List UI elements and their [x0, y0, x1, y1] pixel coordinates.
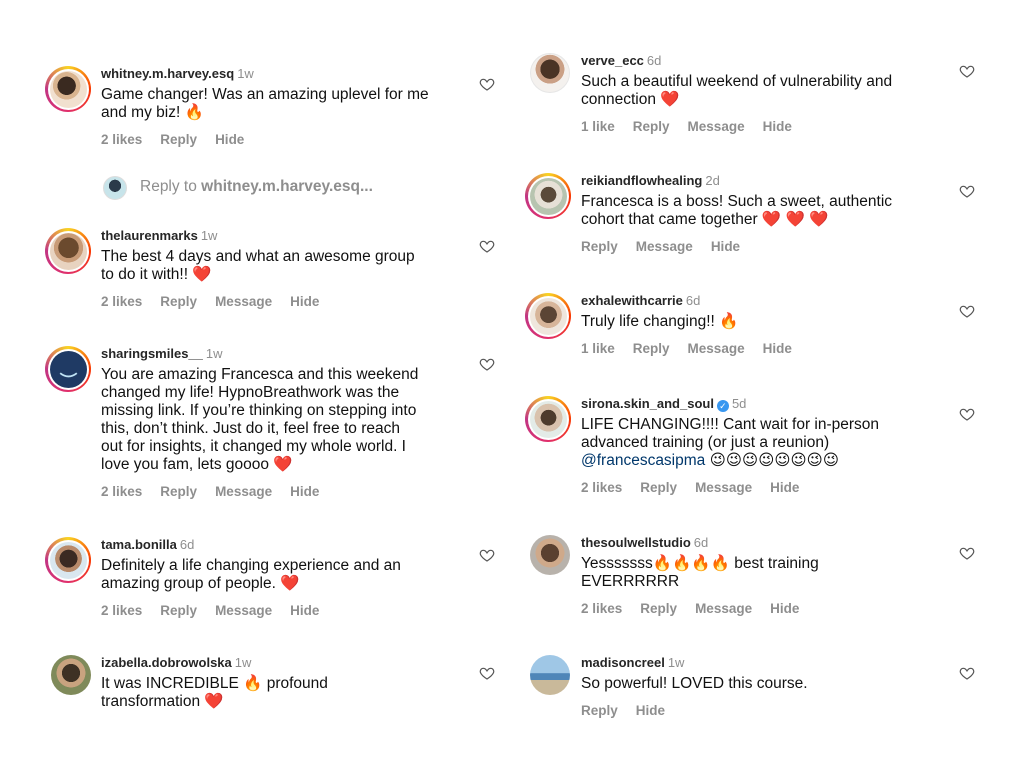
hide-button[interactable]: Hide — [636, 703, 665, 718]
heart-icon[interactable] — [959, 63, 975, 79]
likes-count[interactable]: 2 likes — [101, 132, 142, 147]
reply-button[interactable]: Reply — [581, 703, 618, 718]
heart-icon[interactable] — [959, 406, 975, 422]
hide-button[interactable]: Hide — [290, 484, 319, 499]
heart-icon[interactable] — [479, 665, 495, 681]
comment-text: The best 4 days and what an awesome grou… — [101, 248, 415, 283]
timestamp: 6d — [179, 537, 195, 552]
username[interactable]: izabella.dobrowolska — [101, 655, 232, 670]
timestamp: 6d — [646, 53, 662, 68]
comment-text: It was INCREDIBLE 🔥 profound transformat… — [101, 675, 328, 710]
avatar[interactable] — [525, 293, 571, 339]
comment-text: Truly life changing!! 🔥 — [581, 313, 739, 330]
timestamp: 6d — [693, 535, 709, 550]
message-button[interactable]: Message — [695, 601, 752, 616]
verified-badge-icon: ✓ — [716, 400, 729, 412]
reply-button[interactable]: Reply — [160, 294, 197, 309]
heart-icon[interactable] — [479, 238, 495, 254]
username[interactable]: thelaurenmarks — [101, 228, 198, 243]
username[interactable]: exhalewithcarrie — [581, 293, 683, 308]
likes-count[interactable]: 2 likes — [101, 294, 142, 309]
reply-button[interactable]: Reply — [633, 341, 670, 356]
reply-button[interactable]: Reply — [581, 239, 618, 254]
likes-count[interactable]: 2 likes — [101, 603, 142, 618]
comment-text: So powerful! LOVED this course. — [581, 675, 808, 692]
username[interactable]: tama.bonilla — [101, 537, 177, 552]
timestamp: 1w — [237, 66, 254, 81]
avatar[interactable] — [530, 53, 570, 93]
hide-button[interactable]: Hide — [763, 341, 792, 356]
timestamp: 5d — [731, 396, 747, 411]
sharing-smiles-logo — [51, 352, 85, 386]
reply-button[interactable]: Reply — [640, 601, 677, 616]
username[interactable]: reikiandflowhealing — [581, 173, 702, 188]
reply-placeholder[interactable]: Reply to whitney.m.harvey.esq... — [140, 178, 373, 196]
avatar[interactable] — [45, 228, 91, 274]
hide-button[interactable]: Hide — [290, 294, 319, 309]
timestamp: 1w — [205, 346, 223, 361]
reply-button[interactable]: Reply — [160, 603, 197, 618]
username[interactable]: sirona.skin_and_soul — [581, 396, 714, 411]
message-button[interactable]: Message — [636, 239, 693, 254]
avatar[interactable] — [530, 655, 570, 695]
heart-icon[interactable] — [479, 76, 495, 92]
comment-text: Game changer! Was an amazing uplevel for… — [101, 86, 429, 121]
heart-icon[interactable] — [959, 183, 975, 199]
heart-icon[interactable] — [479, 547, 495, 563]
timestamp: 2d — [705, 173, 720, 188]
username[interactable]: madisoncreel — [581, 655, 665, 670]
comment-text: Yesssssss🔥🔥🔥🔥 best training EVERRRRRR — [581, 555, 819, 590]
hide-button[interactable]: Hide — [711, 239, 740, 254]
hide-button[interactable]: Hide — [290, 603, 319, 618]
heart-icon[interactable] — [479, 356, 495, 372]
reply-input-row[interactable]: Reply to whitney.m.harvey.esq... — [103, 176, 523, 202]
comment-text: LIFE CHANGING!!!! Cant wait for in-perso… — [581, 416, 880, 469]
hide-button[interactable]: Hide — [215, 132, 244, 147]
comment-text: Francesca is a boss! Such a sweet, authe… — [581, 193, 893, 228]
username[interactable]: thesoulwellstudio — [581, 535, 691, 550]
avatar[interactable] — [525, 396, 571, 442]
likes-count[interactable]: 1 like — [581, 341, 615, 356]
avatar[interactable] — [525, 173, 571, 219]
timestamp: 1w — [234, 655, 252, 670]
message-button[interactable]: Message — [215, 484, 272, 499]
comment-text: Definitely a life changing experience an… — [101, 557, 401, 592]
timestamp: 6d — [685, 293, 701, 308]
message-button[interactable]: Message — [215, 603, 272, 618]
mention-link[interactable]: @francescasipma — [581, 452, 705, 469]
comment-text: Such a beautiful weekend of vulnerabilit… — [581, 73, 893, 108]
avatar[interactable] — [45, 346, 91, 392]
avatar[interactable] — [51, 655, 91, 695]
timestamp: 1w — [200, 228, 218, 243]
reply-button[interactable]: Reply — [640, 480, 677, 495]
hide-button[interactable]: Hide — [770, 480, 799, 495]
likes-count[interactable]: 2 likes — [101, 484, 142, 499]
timestamp: 1w — [667, 655, 685, 670]
avatar[interactable] — [45, 537, 91, 583]
heart-icon[interactable] — [959, 545, 975, 561]
comment-text: You are amazing Francesca and this weeke… — [101, 366, 419, 473]
my-avatar — [103, 176, 127, 200]
reply-button[interactable]: Reply — [633, 119, 670, 134]
username[interactable]: sharingsmiles__ — [101, 346, 203, 361]
avatar[interactable] — [530, 535, 570, 575]
reply-button[interactable]: Reply — [160, 484, 197, 499]
message-button[interactable]: Message — [695, 480, 752, 495]
likes-count[interactable]: 2 likes — [581, 480, 622, 495]
avatar[interactable] — [45, 66, 91, 112]
heart-icon[interactable] — [959, 303, 975, 319]
username[interactable]: verve_ecc — [581, 53, 644, 68]
hide-button[interactable]: Hide — [770, 601, 799, 616]
hide-button[interactable]: Hide — [763, 119, 792, 134]
likes-count[interactable]: 2 likes — [581, 601, 622, 616]
message-button[interactable]: Message — [215, 294, 272, 309]
likes-count[interactable]: 1 like — [581, 119, 615, 134]
heart-icon[interactable] — [959, 665, 975, 681]
message-button[interactable]: Message — [688, 341, 745, 356]
reply-button[interactable]: Reply — [160, 132, 197, 147]
message-button[interactable]: Message — [688, 119, 745, 134]
username[interactable]: whitney.m.harvey.esq — [101, 66, 234, 81]
